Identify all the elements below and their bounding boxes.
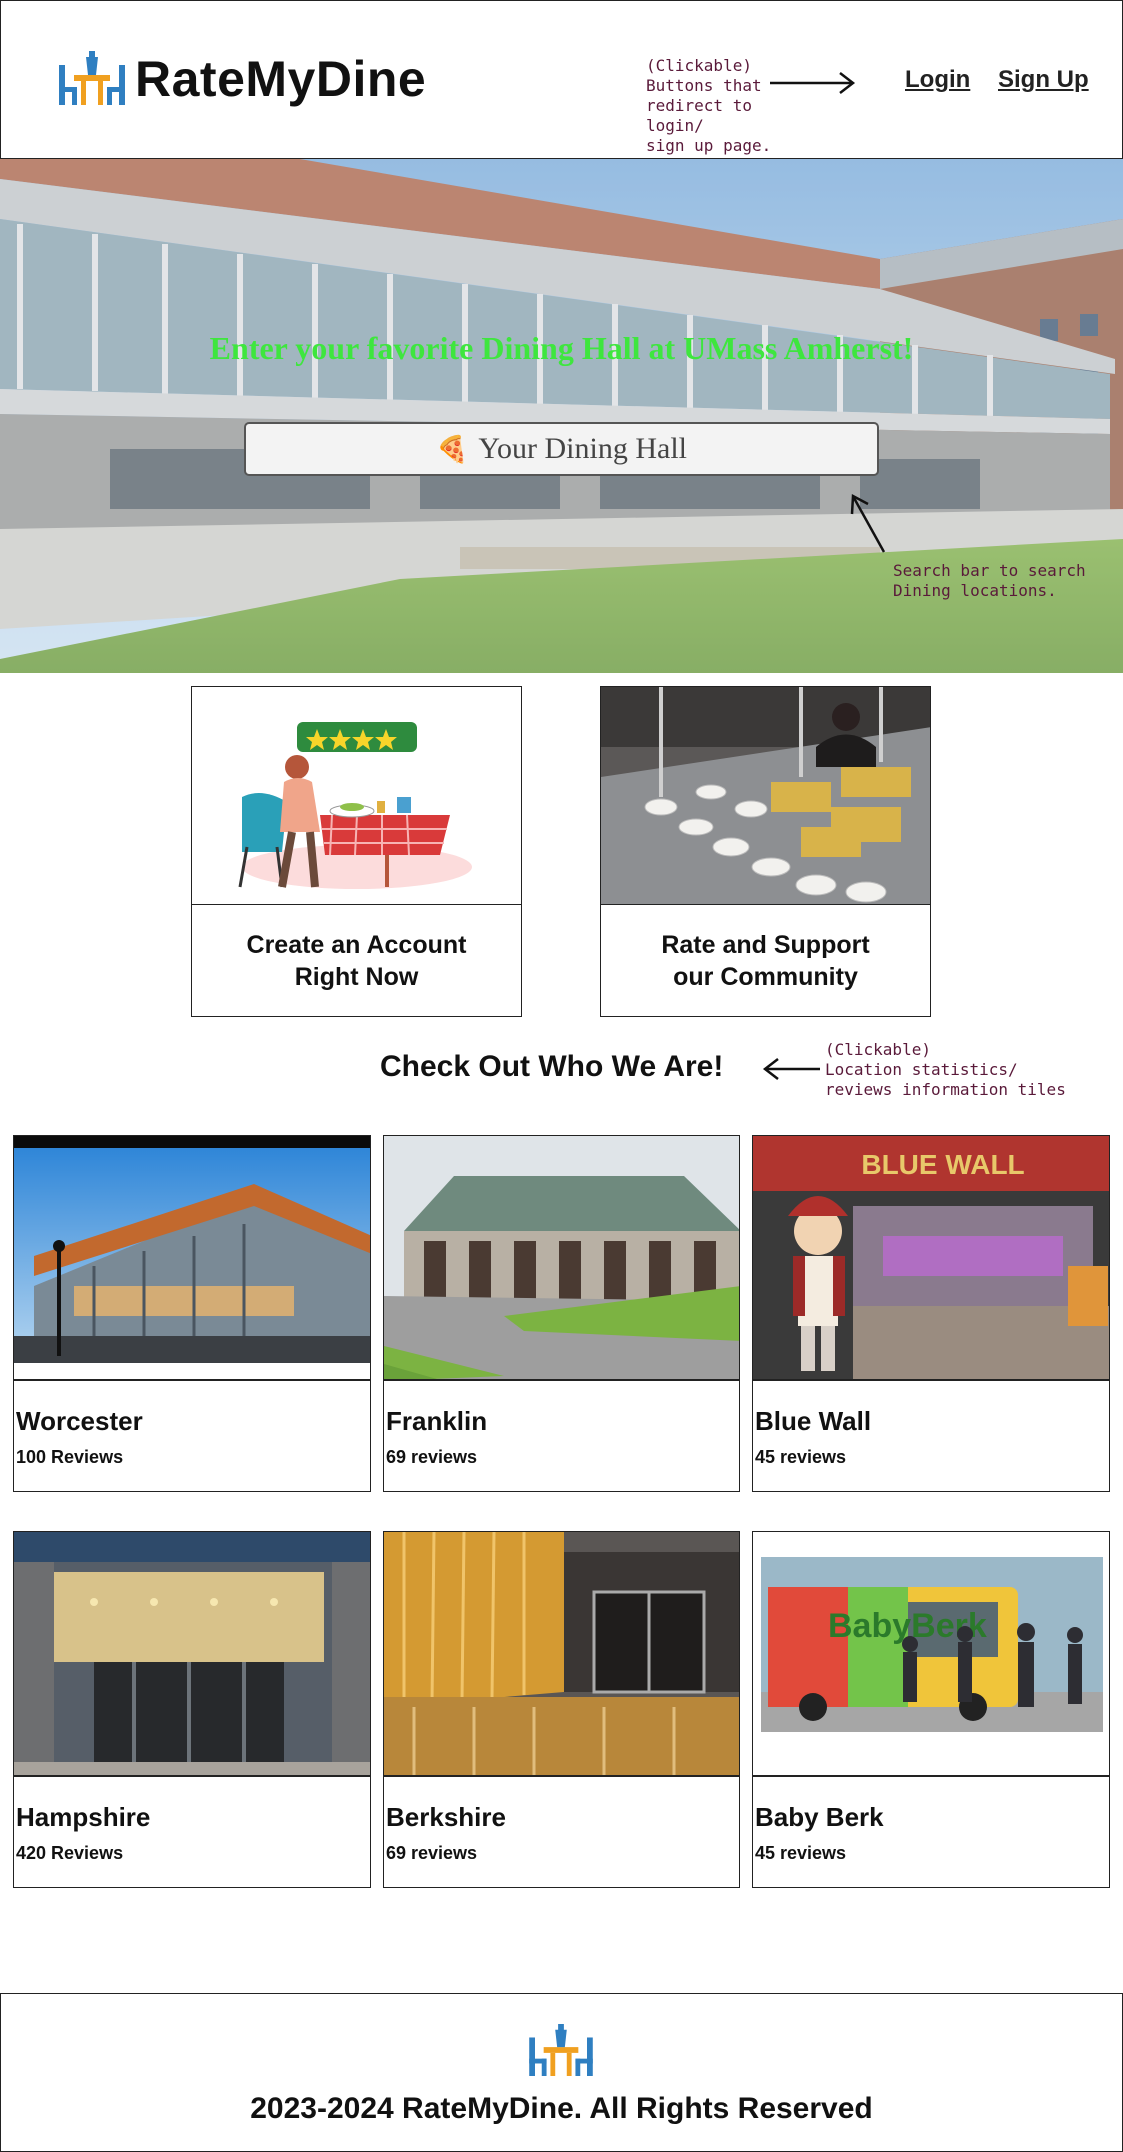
location-name: Hampshire [16,1802,151,1832]
create-account-card[interactable]: Create an Account Right Now [191,686,522,1017]
dining-search-input[interactable]: 🍕 Your Dining Hall [244,422,879,476]
location-name: Berkshire [386,1802,506,1832]
login-link[interactable]: Login [905,66,970,94]
location-tile-hampshire[interactable]: Hampshire 420 Reviews [13,1531,371,1888]
tiles-annotation: (Clickable) Location statistics/ reviews… [825,1040,1066,1099]
location-tile-worcester[interactable]: Worcester 100 Reviews [13,1135,371,1492]
search-annotation: Search bar to search Dining locations. [893,561,1086,600]
review-count: 100 Reviews [16,1447,124,1467]
location-tile-baby-berk[interactable]: BabyBerk Baby Berk 45 reviews [752,1531,1110,1888]
dining-table-icon[interactable] [57,51,127,105]
signup-link[interactable]: Sign Up [998,66,1089,94]
search-placeholder: Your Dining Hall [478,432,687,465]
review-count: 45 reviews [755,1447,847,1467]
section-title: Check Out Who We Are! [380,1050,724,1083]
franklin-photo [384,1136,739,1381]
location-tile-blue-wall[interactable]: BLUE WALL Blue Wall 45 reviews [752,1135,1110,1492]
annotation-arrow-icon [770,72,856,94]
hampshire-photo [14,1532,370,1777]
buffet-line-photo [601,687,930,905]
baby-berk-truck-photo: BabyBerk [753,1532,1109,1777]
pizza-icon: 🍕 [435,433,469,464]
copyright-text: 2023-2024 RateMyDine. All Rights Reserve… [250,2092,873,2125]
location-name: Baby Berk [755,1802,884,1832]
person-rating-meal-illustration [192,687,521,905]
location-tile-berkshire[interactable]: Berkshire 69 reviews [383,1531,740,1888]
location-name: Franklin [386,1406,488,1436]
review-count: 45 reviews [755,1843,847,1863]
review-count: 69 reviews [386,1843,478,1863]
berkshire-photo [384,1532,739,1777]
blue-wall-photo: BLUE WALL [753,1136,1109,1381]
dining-table-icon [529,2024,593,2076]
blue-wall-sign: BLUE WALL [861,1149,1024,1180]
rate-support-label: Rate and Support our Community [661,931,870,991]
worcester-photo [14,1136,370,1381]
location-name: Blue Wall [755,1406,872,1436]
rate-support-card[interactable]: Rate and Support our Community [600,686,931,1017]
annotation-arrow-icon [762,1058,820,1080]
annotation-arrow-icon [850,493,886,553]
hero-title: Enter your favorite Dining Hall at UMass… [209,330,914,366]
location-name: Worcester [16,1406,143,1436]
review-count: 420 Reviews [16,1843,124,1863]
brand-name[interactable]: RateMyDine [135,51,426,107]
review-count: 69 reviews [386,1447,478,1467]
location-tile-franklin[interactable]: Franklin 69 reviews [383,1135,740,1492]
create-account-label: Create an Account Right Now [246,931,467,991]
